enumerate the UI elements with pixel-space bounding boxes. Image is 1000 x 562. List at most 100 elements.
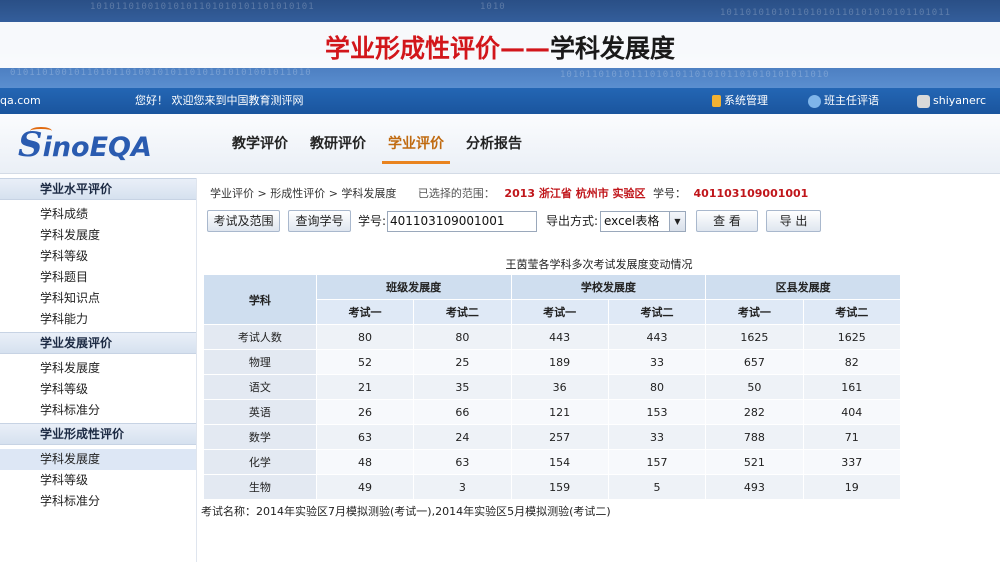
- value-cell: 443: [510, 324, 609, 350]
- value-cell: 157: [607, 449, 707, 475]
- sidebar-item[interactable]: 学科等级: [0, 246, 196, 267]
- username: shiyanerc: [933, 94, 987, 107]
- value-cell: 80: [607, 374, 707, 400]
- slide: 1010 10101101001010101101010101101010101…: [0, 0, 1000, 562]
- slide-title: 学业形成性评价——学科发展度: [325, 29, 675, 65]
- value-cell: 25: [413, 349, 512, 375]
- table-title: 王茵莹各学科多次考试发展度变动情况: [505, 258, 693, 271]
- table-row: 物理 52 25 189 33 657 82: [203, 349, 902, 375]
- main-content: 学业评价 > 形成性评价 > 学科发展度 已选择的范围： 2013 浙江省 杭州…: [198, 178, 1000, 562]
- view-button[interactable]: 查 看: [696, 210, 758, 232]
- sidebar-item[interactable]: 学科题目: [0, 267, 196, 288]
- value-cell: 24: [413, 424, 512, 450]
- sidebar-item[interactable]: 学科能力: [0, 309, 196, 330]
- value-cell: 521: [705, 449, 804, 475]
- sidebar-item[interactable]: 学科知识点: [0, 288, 196, 309]
- sidebar-item-active[interactable]: 学科发展度: [0, 449, 196, 470]
- export-format-value: excel表格: [604, 214, 660, 228]
- table-row: 考试人数 80 80 443 443 1625 1625: [203, 324, 902, 350]
- binary-decoration: 101101010101101010110101010101101011: [720, 8, 952, 18]
- sidebar-item[interactable]: 学科标准分: [0, 491, 196, 512]
- value-cell: 66: [413, 399, 512, 425]
- value-cell: 36: [510, 374, 609, 400]
- system-admin-link[interactable]: 系统管理: [712, 88, 768, 114]
- value-cell: 35: [413, 374, 512, 400]
- value-cell: 257: [510, 424, 609, 450]
- user-link[interactable]: shiyanerc: [917, 88, 986, 114]
- top-bar: qa.com 您好！ 欢迎您来到中国教育测评网 系统管理 班主任评语 shiya…: [0, 88, 1000, 114]
- teacher-comment-link[interactable]: 班主任评语: [808, 88, 879, 114]
- sidebar-group-header[interactable]: 学业发展评价: [0, 332, 196, 354]
- breadcrumb-path: 学业评价 > 形成性评价 > 学科发展度: [210, 187, 397, 200]
- nav-analysis-report[interactable]: 分析报告: [466, 114, 522, 174]
- value-cell: 80: [413, 324, 512, 350]
- table-row: 英语 26 66 121 153 282 404: [203, 399, 902, 425]
- teacher-comment-label: 班主任评语: [824, 94, 879, 107]
- value-cell: 153: [607, 399, 707, 425]
- sub-header: 考试一: [510, 299, 609, 325]
- group-header: 学校发展度: [510, 274, 707, 300]
- id-label: 学号:: [358, 214, 387, 228]
- sub-header: 考试二: [607, 299, 707, 325]
- nav-teaching-evaluation[interactable]: 教学评价: [232, 114, 288, 174]
- subject-cell: 英语: [203, 399, 317, 425]
- export-button[interactable]: 导 出: [766, 210, 821, 232]
- site-url: qa.com: [0, 94, 41, 107]
- value-cell: 657: [705, 349, 804, 375]
- value-cell: 1625: [802, 324, 902, 350]
- nav-research-evaluation[interactable]: 教研评价: [310, 114, 366, 174]
- value-cell: 33: [607, 424, 707, 450]
- exam-name-note: 考试名称：2014年实验区7月模拟测验(考试一),2014年实验区5月模拟测验(…: [201, 505, 611, 518]
- value-cell: 49: [315, 474, 415, 500]
- slide-title-part1: 学业形成性评价——: [324, 34, 550, 63]
- query-id-button[interactable]: 查询学号: [288, 210, 351, 232]
- value-cell: 50: [705, 374, 804, 400]
- sidebar-item[interactable]: 学科成绩: [0, 204, 196, 225]
- value-cell: 82: [802, 349, 902, 375]
- sidebar-item[interactable]: 学科发展度: [0, 225, 196, 246]
- value-cell: 80: [315, 324, 415, 350]
- value-cell: 33: [607, 349, 707, 375]
- value-cell: 154: [510, 449, 609, 475]
- globe-icon: [808, 94, 821, 108]
- system-admin-label: 系统管理: [724, 94, 768, 107]
- sidebar: 学业水平评价 学科成绩 学科发展度 学科等级 学科题目 学科知识点 学科能力 学…: [0, 178, 197, 562]
- chevron-down-icon[interactable]: ▼: [669, 212, 685, 231]
- breadcrumb: 学业评价 > 形成性评价 > 学科发展度 已选择的范围： 2013 浙江省 杭州…: [210, 185, 808, 201]
- student-id-input[interactable]: 401103109001001: [387, 211, 537, 232]
- sidebar-group-header[interactable]: 学业水平评价: [0, 178, 196, 200]
- sidebar-group: 学科成绩 学科发展度 学科等级 学科题目 学科知识点 学科能力: [0, 200, 196, 332]
- sub-header: 考试一: [705, 299, 804, 325]
- subject-header: 学科: [203, 274, 317, 325]
- sidebar-group: 学科发展度 学科等级 学科标准分: [0, 445, 196, 514]
- value-cell: 282: [705, 399, 804, 425]
- subject-cell: 生物: [203, 474, 317, 500]
- table-row: 生物 49 3 159 5 493 19: [203, 474, 902, 500]
- sidebar-group-header[interactable]: 学业形成性评价: [0, 423, 196, 445]
- export-format-select[interactable]: excel表格 ▼: [600, 211, 686, 232]
- exam-scope-button[interactable]: 考试及范围: [207, 210, 280, 232]
- student-id-label: 学号：: [653, 187, 687, 200]
- value-cell: 788: [705, 424, 804, 450]
- sidebar-item[interactable]: 学科发展度: [0, 358, 196, 379]
- value-cell: 1625: [705, 324, 804, 350]
- group-header: 班级发展度: [315, 274, 512, 300]
- sidebar-item[interactable]: 学科等级: [0, 379, 196, 400]
- value-cell: 71: [802, 424, 902, 450]
- binary-decoration: 10101101001010101101010101101010101: [90, 2, 315, 12]
- table-body: 考试人数 80 80 443 443 1625 1625 物理 52 25 189 33 657 82 语文…: [203, 324, 902, 500]
- logo-swoosh: [30, 127, 52, 135]
- value-cell: 3: [413, 474, 512, 500]
- sidebar-item[interactable]: 学科标准分: [0, 400, 196, 421]
- slide-title-part2: 学科发展度: [550, 34, 676, 63]
- scope-label: 已选择的范围：: [417, 187, 495, 200]
- sinoeqa-logo[interactable]: SinoEQA: [18, 126, 152, 164]
- value-cell: 159: [510, 474, 609, 500]
- nav-academic-evaluation[interactable]: 学业评价: [382, 114, 450, 174]
- subject-cell: 化学: [203, 449, 317, 475]
- slide-title-band: 学业形成性评价——学科发展度: [0, 22, 1000, 68]
- binary-decoration: 1010110101011101010110101011010101010110…: [560, 70, 830, 80]
- value-cell: 19: [802, 474, 902, 500]
- sidebar-item[interactable]: 学科等级: [0, 470, 196, 491]
- group-header: 区县发展度: [705, 274, 901, 300]
